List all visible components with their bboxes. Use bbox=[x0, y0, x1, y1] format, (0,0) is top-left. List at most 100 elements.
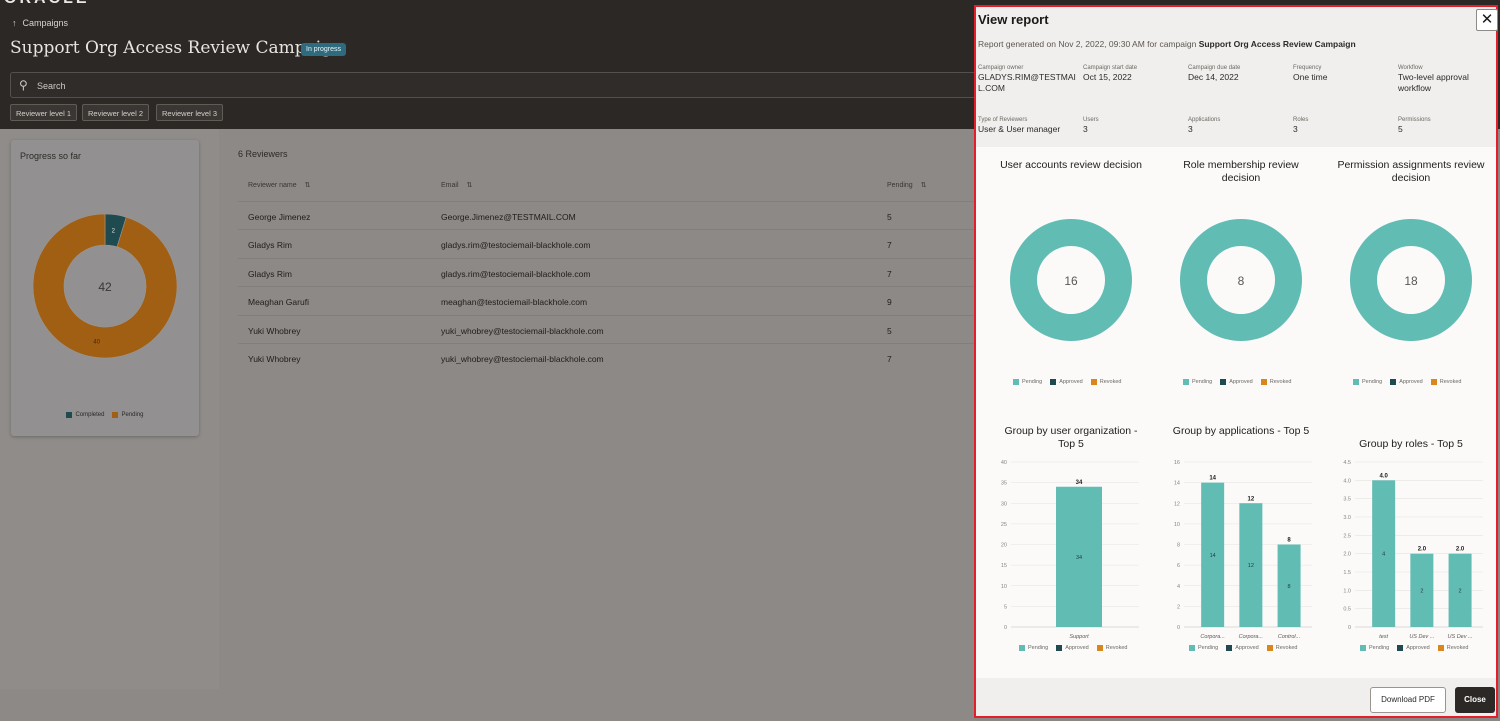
donut-center-value: 16 bbox=[1064, 274, 1078, 288]
table-row[interactable]: Yuki Whobrey yuki_whobrey@testociemail-b… bbox=[238, 343, 975, 371]
meta-start-date: Campaign start date Oct 15, 2022 bbox=[1083, 65, 1138, 82]
legend-swatch bbox=[1360, 645, 1366, 651]
table-row[interactable]: Gladys Rim gladys.rim@testociemail-black… bbox=[238, 229, 975, 257]
dialog-footer: Download PDF Close bbox=[976, 678, 1496, 716]
bar-inner-label: 4 bbox=[1382, 552, 1385, 558]
col-header-reviewer-name[interactable]: Reviewer name ⇅ bbox=[248, 181, 311, 189]
arrow-up-icon: ↑ bbox=[12, 18, 17, 28]
y-tick-label: 20 bbox=[1001, 543, 1007, 549]
sort-icon[interactable]: ⇅ bbox=[467, 182, 473, 189]
x-tick-label: Corpora... bbox=[1239, 634, 1263, 640]
chart-title-applications: Group by applications - Top 5 bbox=[1172, 425, 1310, 437]
donut-legend: Pending Approved Revoked bbox=[1183, 379, 1291, 385]
y-tick-label: 2.5 bbox=[1343, 533, 1351, 539]
view-report-dialog: View report ✕ Report generated on Nov 2,… bbox=[974, 5, 1498, 718]
legend-completed: Completed bbox=[66, 412, 104, 418]
y-tick-label: 10 bbox=[1001, 584, 1007, 590]
bar-inner-label: 2 bbox=[1420, 588, 1423, 594]
reviewer-pending: 9 bbox=[887, 297, 892, 307]
legend-swatch bbox=[1090, 379, 1097, 385]
legend-swatch bbox=[1019, 645, 1025, 651]
table-row[interactable]: Meaghan Garufi meaghan@testociemail-blac… bbox=[238, 286, 975, 314]
legend-swatch bbox=[1437, 645, 1444, 651]
close-button[interactable]: Close bbox=[1455, 687, 1495, 713]
bar-inner-label: 2 bbox=[1459, 588, 1462, 594]
y-tick-label: 15 bbox=[1001, 563, 1007, 569]
reviewer-name: Gladys Rim bbox=[248, 269, 292, 279]
report-generated-text: Report generated on Nov 2, 2022, 09:30 A… bbox=[978, 39, 1356, 49]
reviewer-email: George.Jimenez@TESTMAIL.COM bbox=[441, 212, 576, 222]
col-header-pending[interactable]: Pending ⇅ bbox=[887, 181, 927, 189]
legend-swatch bbox=[1390, 379, 1397, 385]
oracle-logo: ORACLE bbox=[4, 0, 90, 8]
chart-title-user-accounts: User accounts review decision bbox=[1000, 159, 1142, 171]
page-title: Support Org Access Review Campaign bbox=[10, 38, 344, 58]
table-row[interactable]: Gladys Rim gladys.rim@testociemail-black… bbox=[238, 258, 975, 286]
y-tick-label: 3.5 bbox=[1343, 497, 1351, 503]
legend-swatch bbox=[1056, 645, 1063, 651]
reviewer-email: gladys.rim@testociemail-blackhole.com bbox=[441, 240, 591, 250]
reviewer-email: meaghan@testociemail-blackhole.com bbox=[441, 297, 588, 307]
y-tick-label: 10 bbox=[1174, 522, 1180, 528]
col-header-email[interactable]: Email ⇅ bbox=[441, 181, 472, 189]
meta-users: Users 3 bbox=[1083, 117, 1099, 134]
table-row[interactable]: Yuki Whobrey yuki_whobrey@testociemail-b… bbox=[238, 315, 975, 343]
y-tick-label: 40 bbox=[1001, 460, 1007, 466]
legend-swatch bbox=[1353, 379, 1359, 385]
reviewer-name: Yuki Whobrey bbox=[248, 326, 301, 336]
legend-swatch bbox=[1013, 379, 1019, 385]
legend-swatch bbox=[66, 412, 73, 418]
breadcrumb-campaigns[interactable]: Campaigns bbox=[23, 18, 69, 28]
y-tick-label: 35 bbox=[1001, 481, 1007, 487]
y-tick-label: 2 bbox=[1177, 604, 1180, 610]
progress-legend: Completed Pending bbox=[11, 412, 199, 418]
role-membership-donut-chart: 8 bbox=[1179, 219, 1302, 341]
y-tick-label: 1.5 bbox=[1343, 570, 1351, 576]
bar-legend: Pending Approved Revoked bbox=[1360, 645, 1468, 651]
reviewer-pending: 5 bbox=[887, 212, 892, 222]
meta-workflow: Workflow Two-level approval workflow bbox=[1398, 65, 1469, 93]
y-tick-label: 0.5 bbox=[1343, 607, 1351, 613]
reviewer-level-1-button[interactable]: Reviewer level 1 bbox=[10, 104, 78, 121]
y-tick-label: 16 bbox=[1174, 460, 1180, 466]
close-icon[interactable]: ✕ bbox=[1476, 9, 1498, 31]
main-content: Progress so far 2 40 42 Completed Pending … bbox=[0, 129, 975, 721]
reviewer-level-3-button[interactable]: Reviewer level 3 bbox=[156, 104, 224, 121]
bar-top-label: 8 bbox=[1287, 538, 1291, 544]
sort-icon[interactable]: ⇅ bbox=[305, 182, 311, 189]
reviewer-pending: 7 bbox=[887, 240, 892, 250]
breadcrumb[interactable]: ↑ Campaigns bbox=[12, 18, 68, 28]
bar-top-label: 14 bbox=[1209, 476, 1216, 482]
reviewer-pending: 7 bbox=[887, 354, 892, 364]
page: ORACLE ↑ Campaigns Support Org Access Re… bbox=[0, 0, 1500, 721]
y-tick-label: 25 bbox=[1001, 522, 1007, 528]
table-row[interactable]: George Jimenez George.Jimenez@TESTMAIL.C… bbox=[238, 201, 975, 229]
y-tick-label: 0 bbox=[1348, 625, 1351, 631]
applications-bar-chart: 0 2 4 6 8 10 12 14 16 14 14 Corpora... 12 12 Corpora..… bbox=[1174, 460, 1312, 640]
sort-icon[interactable]: ⇅ bbox=[921, 182, 927, 189]
user-organization-bar-chart: 0 5 10 15 20 25 30 35 40 34 34 Support bbox=[1001, 460, 1139, 640]
legend-swatch bbox=[1050, 379, 1057, 385]
bar-inner-label: 8 bbox=[1288, 584, 1291, 590]
bar-legend: Pending Approved Revoked bbox=[1189, 645, 1297, 651]
legend-swatch bbox=[1183, 379, 1189, 385]
slice-label-pending: 40 bbox=[93, 339, 100, 345]
download-pdf-button[interactable]: Download PDF bbox=[1370, 687, 1446, 713]
legend-swatch bbox=[1397, 645, 1404, 651]
y-tick-label: 6 bbox=[1177, 563, 1180, 569]
meta-roles: Roles 3 bbox=[1293, 117, 1309, 134]
y-tick-label: 0 bbox=[1177, 625, 1180, 631]
meta-applications: Applications 3 bbox=[1188, 117, 1221, 134]
x-tick-label: Support bbox=[1069, 634, 1089, 640]
search-input[interactable]: ⚲ Search bbox=[10, 72, 1000, 98]
y-tick-label: 3.0 bbox=[1343, 515, 1351, 521]
search-icon: ⚲ bbox=[19, 78, 28, 92]
meta-due-date: Campaign due date Dec 14, 2022 bbox=[1188, 65, 1241, 82]
bar-legend: Pending Approved Revoked bbox=[1019, 645, 1127, 651]
legend-swatch bbox=[1189, 645, 1195, 651]
reviewer-level-2-button[interactable]: Reviewer level 2 bbox=[82, 104, 150, 121]
donut-center-value: 8 bbox=[1238, 274, 1245, 288]
reviewer-name: Yuki Whobrey bbox=[248, 354, 301, 364]
legend-swatch bbox=[112, 412, 119, 418]
y-tick-label: 2.0 bbox=[1343, 552, 1351, 558]
